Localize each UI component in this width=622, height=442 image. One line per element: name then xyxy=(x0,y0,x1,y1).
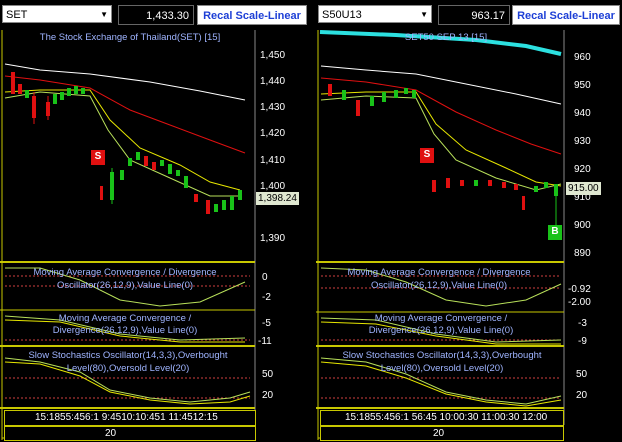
right-signal-s: S xyxy=(423,149,431,160)
left-y-tick-4: 1,420 xyxy=(260,128,286,139)
left-chart-panel: SET ▼ 1,433.30 Recal Scale-Linear The St… xyxy=(0,0,310,442)
right-symbol-text: S50U13 xyxy=(322,9,362,21)
left-macd2-tick-1: -11 xyxy=(258,336,272,347)
left-last-price-tag: 1,398.24 xyxy=(256,192,299,205)
left-y-tick-2: 1,440 xyxy=(260,76,286,87)
left-y-tick-6: 1,400 xyxy=(260,181,286,192)
right-chart-panel: S50U13 ▼ 963.17 Recal Scale-Linear SET50… xyxy=(316,0,622,442)
left-y-tick-7: 1,390 xyxy=(260,233,286,244)
right-chart-title: SET50 SEP 13 [15] xyxy=(404,32,488,43)
right-stoch-tick-1: 20 xyxy=(576,390,588,401)
left-toolbar: SET ▼ 1,433.30 Recal Scale-Linear xyxy=(0,0,310,28)
right-macd-tick-1: -2.00 xyxy=(568,297,591,308)
right-stoch-tick-0: 50 xyxy=(576,369,588,380)
right-date-label: 20 xyxy=(433,428,445,439)
right-macd2-tick-0: -3 xyxy=(578,318,587,329)
right-y-tick-7: 900 xyxy=(574,220,591,231)
right-symbol-dropdown[interactable]: S50U13 ▼ xyxy=(318,5,432,23)
right-toolbar: S50U13 ▼ 963.17 Recal Scale-Linear xyxy=(316,0,622,28)
right-macd2-label: Moving Average Convergence / Divergence(… xyxy=(368,313,514,336)
left-chart-title: The Stock Exchange of Thailand(SET) [15] xyxy=(39,32,221,43)
right-y-tick-1: 960 xyxy=(574,52,591,63)
left-y-tick-1: 1,450 xyxy=(260,50,286,61)
right-y-tick-2: 950 xyxy=(574,80,591,91)
left-macd-tick-1: -2 xyxy=(262,292,271,303)
left-macd2-tick-0: -5 xyxy=(262,318,271,329)
right-candle-series xyxy=(328,84,558,232)
right-y-tick-4: 930 xyxy=(574,136,591,147)
right-macd-label: Moving Average Convergence / Divergence … xyxy=(347,267,531,291)
right-recal-scale-button[interactable]: Recal Scale-Linear xyxy=(512,5,620,25)
chevron-down-icon: ▼ xyxy=(100,10,108,19)
left-macd2-label: Moving Average Convergence / Divergence(… xyxy=(52,313,198,336)
left-symbol-dropdown[interactable]: SET ▼ xyxy=(2,5,112,23)
left-time-axis: 15:1855:456:1 9:4510:10:451 11:4512:15 xyxy=(4,410,256,426)
right-y-tick-3: 940 xyxy=(574,108,591,119)
left-date-label: 20 xyxy=(105,428,117,439)
left-stoch-tick-1: 20 xyxy=(262,390,274,401)
chevron-down-icon: ▼ xyxy=(420,10,428,19)
left-price-display: 1,433.30 xyxy=(118,5,194,25)
right-macd2-tick-1: -9 xyxy=(578,336,587,347)
left-date-axis: 20 xyxy=(4,426,256,441)
right-signal-b: B xyxy=(551,226,559,237)
left-y-tick-5: 1,410 xyxy=(260,155,286,166)
left-macd-tick-0: 0 xyxy=(262,272,268,283)
left-time-labels: 15:1855:456:1 9:4510:10:451 11:4512:15 xyxy=(35,412,218,423)
right-macd-tick-0: -0.92 xyxy=(568,284,591,295)
right-time-axis: 15:1855:456:1 56:45 10:00:30 11:00:30 12… xyxy=(320,410,564,426)
left-y-tick-3: 1,430 xyxy=(260,102,286,113)
left-stoch-tick-0: 50 xyxy=(262,369,274,380)
right-y-tick-5: 920 xyxy=(574,164,591,175)
right-date-axis: 20 xyxy=(320,426,564,441)
left-recal-scale-button[interactable]: Recal Scale-Linear xyxy=(197,5,307,25)
left-symbol-text: SET xyxy=(6,9,28,21)
right-price-display: 963.17 xyxy=(438,5,510,25)
ma-red-line xyxy=(4,75,246,154)
left-signal-s: S xyxy=(94,151,102,162)
right-y-tick-8: 890 xyxy=(574,248,591,259)
left-stoch-label: Slow Stochastics Oscillator(14,3,3),Over… xyxy=(28,350,228,374)
right-stoch-label: Slow Stochastics Oscillator(14,3,3),Over… xyxy=(342,350,542,374)
right-last-price-tag: 915.00 xyxy=(566,182,601,195)
left-macd-label: Moving Average Convergence / Divergence … xyxy=(33,267,217,291)
candle-series xyxy=(11,72,242,214)
right-time-labels: 15:1855:456:1 56:45 10:00:30 11:00:30 12… xyxy=(345,412,548,423)
ma-white-line xyxy=(4,63,246,101)
ma-green-line xyxy=(4,91,240,197)
